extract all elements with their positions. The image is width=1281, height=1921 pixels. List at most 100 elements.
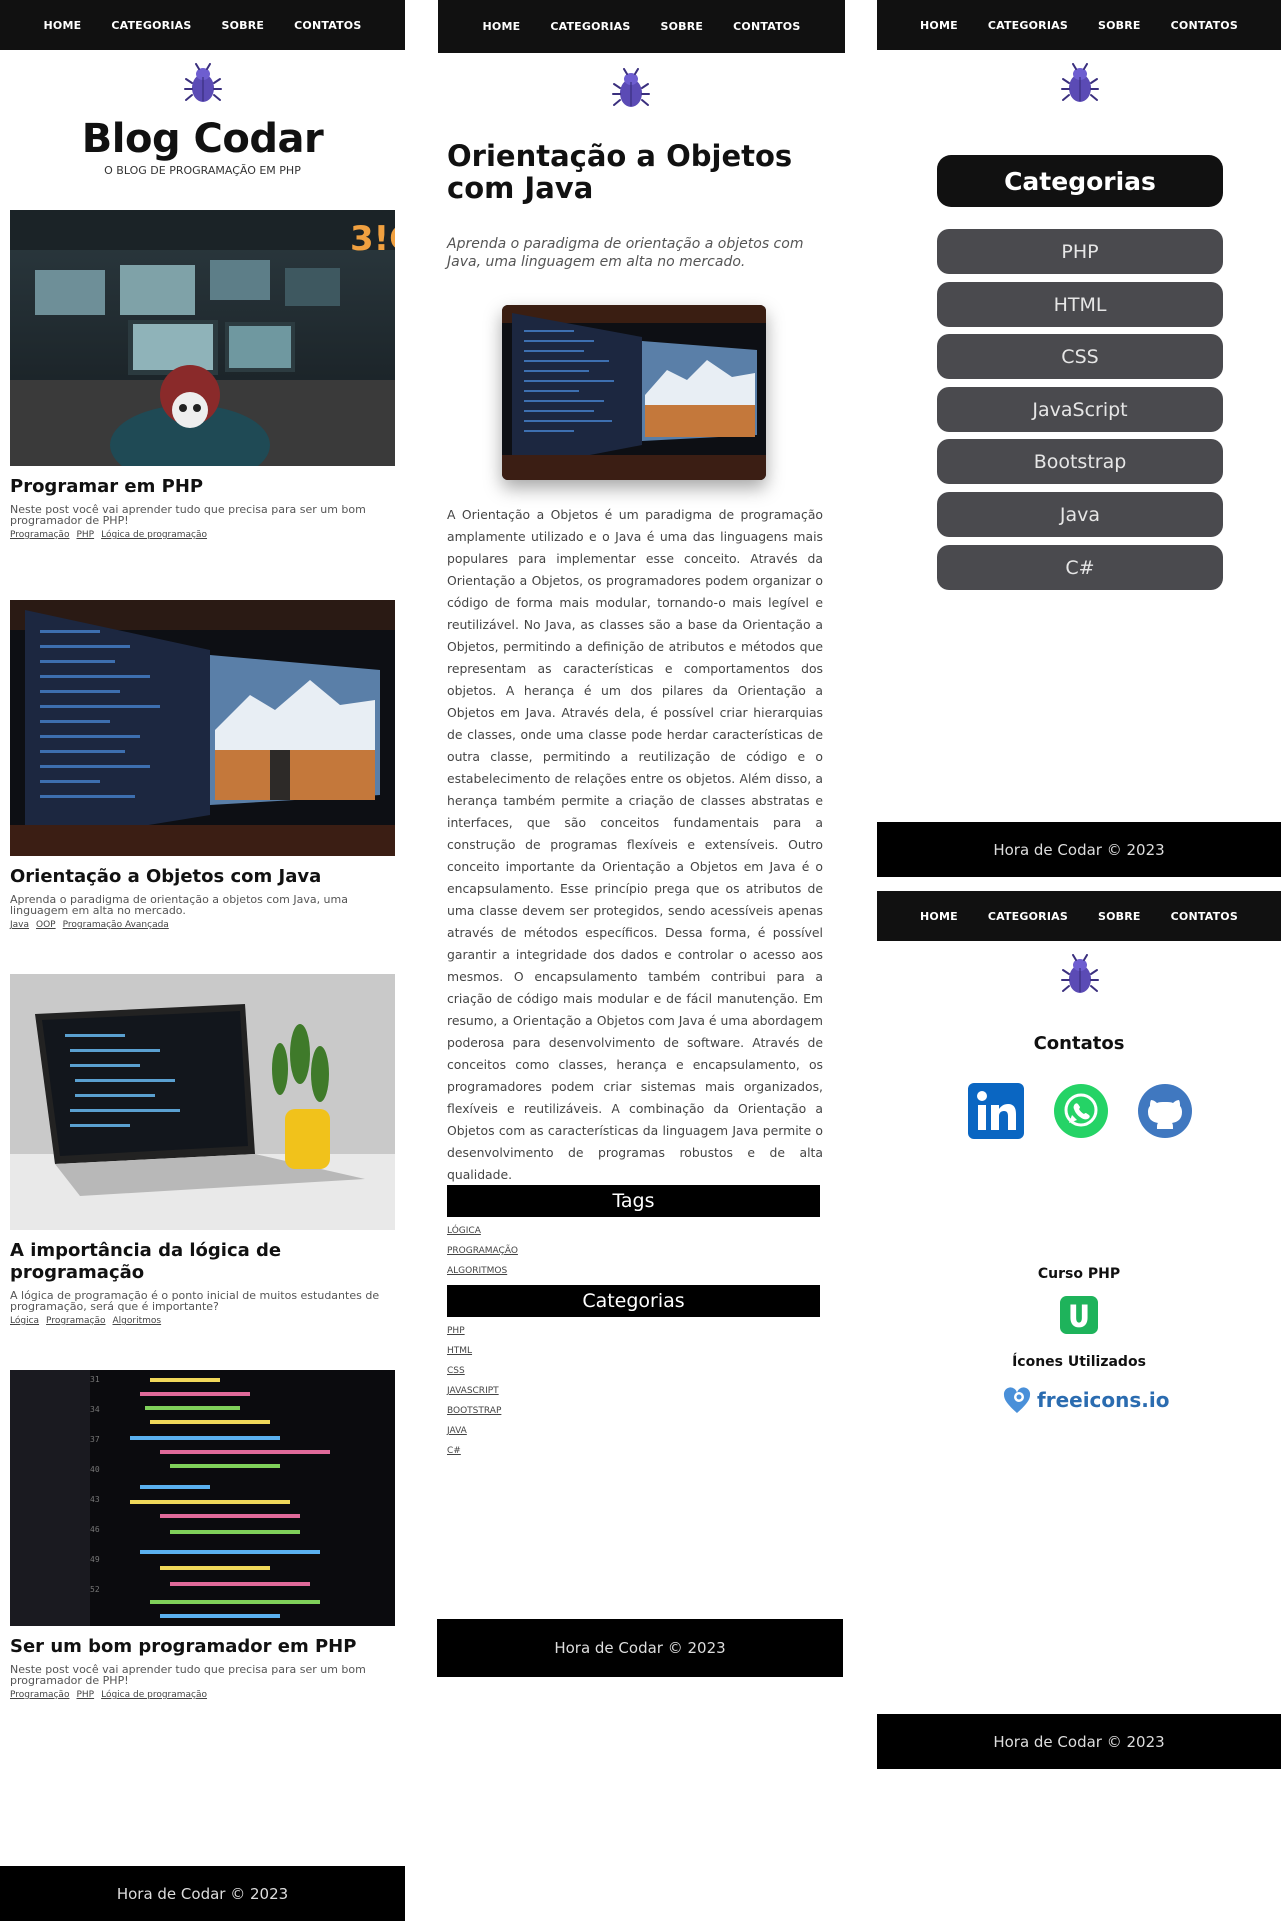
post-tag-link[interactable]: Algoritmos: [113, 1316, 162, 1326]
post-tags: Programação PHP Lógica de programação: [10, 1690, 395, 1700]
post-tag-link[interactable]: Programação: [10, 530, 69, 540]
post-excerpt: Neste post você vai aprender tudo que pr…: [10, 503, 366, 527]
category-link[interactable]: PHP: [447, 1321, 501, 1341]
post-tag-link[interactable]: Lógica: [10, 1316, 39, 1326]
post-card: Orientação a Objetos com Java Aprenda o …: [10, 600, 395, 930]
post-card: A importância da lógica de programação A…: [10, 974, 395, 1326]
svg-text:34: 34: [90, 1405, 100, 1414]
top-nav: HOME CATEGORIAS SOBRE CONTATOS: [877, 891, 1281, 941]
svg-text:3!G: 3!G: [350, 219, 395, 259]
tag-link[interactable]: ALGORITMOS: [447, 1261, 518, 1281]
nav-contatos[interactable]: CONTATOS: [1171, 910, 1238, 923]
category-button-csharp[interactable]: C#: [937, 545, 1223, 590]
bug-logo-icon[interactable]: [1060, 954, 1100, 996]
category-button-html[interactable]: HTML: [937, 282, 1223, 327]
footer: Hora de Codar © 2023: [877, 1714, 1281, 1769]
blog-title: Blog Codar: [81, 116, 324, 162]
freeicons-link[interactable]: freeicons.io: [1002, 1385, 1169, 1415]
svg-text:43: 43: [90, 1495, 100, 1504]
nav-home[interactable]: HOME: [483, 20, 521, 33]
category-link[interactable]: C#: [447, 1441, 501, 1461]
nav-home[interactable]: HOME: [44, 19, 82, 32]
post-title[interactable]: A importância da lógica de programação: [10, 1240, 395, 1284]
category-button-php[interactable]: PHP: [937, 229, 1223, 274]
blog-home-page: HOME CATEGORIAS SOBRE CONTATOS Blog Coda…: [0, 0, 405, 1921]
post-thumbnail[interactable]: 31 34 37 40 43 46 49 52: [10, 1370, 395, 1626]
contacts-page: HOME CATEGORIAS SOBRE CONTATOS Contatos …: [877, 891, 1281, 1769]
category-button-css[interactable]: CSS: [937, 334, 1223, 379]
svg-text:49: 49: [90, 1555, 100, 1564]
nav-home[interactable]: HOME: [920, 910, 958, 923]
course-heading: Curso PHP: [1037, 1266, 1121, 1282]
category-link[interactable]: JAVA: [447, 1421, 501, 1441]
post-thumbnail[interactable]: [10, 974, 395, 1230]
nav-sobre[interactable]: SOBRE: [1098, 19, 1141, 32]
post-tag-link[interactable]: Programação Avançada: [63, 920, 169, 930]
post-tag-link[interactable]: Lógica de programação: [101, 530, 207, 540]
post-title[interactable]: Orientação a Objetos com Java: [10, 866, 395, 888]
article-image: [502, 305, 766, 480]
article-subtitle: Aprenda o paradigma de orientação a obje…: [447, 236, 804, 270]
category-link[interactable]: JAVASCRIPT: [447, 1381, 501, 1401]
category-button-java[interactable]: Java: [937, 492, 1223, 537]
heart-icon: [1003, 1387, 1031, 1413]
freeicons-label: freeicons.io: [1037, 1388, 1170, 1412]
post-tag-link[interactable]: Lógica de programação: [101, 1690, 207, 1700]
svg-text:37: 37: [90, 1435, 100, 1444]
post-tag-link[interactable]: OOP: [36, 920, 56, 930]
categories-page: HOME CATEGORIAS SOBRE CONTATOS Categoria…: [877, 0, 1281, 878]
tag-link[interactable]: PROGRAMAÇÃO: [447, 1241, 518, 1261]
post-title[interactable]: Ser um bom programador em PHP: [10, 1636, 395, 1658]
nav-home[interactable]: HOME: [920, 19, 958, 32]
github-icon[interactable]: [1137, 1083, 1193, 1139]
svg-text:52: 52: [90, 1585, 100, 1594]
footer: Hora de Codar © 2023: [437, 1619, 843, 1677]
post-tag-link[interactable]: Programação: [46, 1316, 105, 1326]
category-link[interactable]: CSS: [447, 1361, 501, 1381]
tag-link[interactable]: LÓGICA: [447, 1221, 518, 1241]
bug-logo-icon[interactable]: [1060, 63, 1100, 105]
nav-contatos[interactable]: CONTATOS: [294, 19, 361, 32]
category-link[interactable]: BOOTSTRAP: [447, 1401, 501, 1421]
post-title[interactable]: Programar em PHP: [10, 476, 395, 498]
article-page: HOME CATEGORIAS SOBRE CONTATOS Orientaçã…: [437, 0, 845, 1678]
nav-sobre[interactable]: SOBRE: [221, 19, 264, 32]
top-nav: HOME CATEGORIAS SOBRE CONTATOS: [438, 0, 845, 53]
blog-subtitle: O BLOG DE PROGRAMAÇÃO EM PHP: [104, 164, 301, 177]
category-button-bootstrap[interactable]: Bootstrap: [937, 439, 1223, 484]
post-card: 31 34 37 40 43 46 49 52 Ser um bom programador …: [10, 1370, 395, 1700]
nav-categorias[interactable]: CATEGORIAS: [111, 19, 191, 32]
icons-used-heading: Ícones Utilizados: [1012, 1354, 1146, 1370]
category-link[interactable]: HTML: [447, 1341, 501, 1361]
article-body: A Orientação a Objetos é um paradigma de…: [447, 507, 823, 1182]
post-tags: Java OOP Programação Avançada: [10, 920, 395, 930]
nav-sobre[interactable]: SOBRE: [660, 20, 703, 33]
udemy-icon[interactable]: [1060, 1296, 1098, 1334]
nav-categorias[interactable]: CATEGORIAS: [988, 910, 1068, 923]
top-nav: HOME CATEGORIAS SOBRE CONTATOS: [0, 0, 405, 50]
nav-categorias[interactable]: CATEGORIAS: [550, 20, 630, 33]
bug-logo-icon[interactable]: [183, 63, 223, 105]
post-thumbnail[interactable]: [10, 600, 395, 856]
post-tag-link[interactable]: PHP: [76, 530, 94, 540]
post-tag-link[interactable]: PHP: [76, 1690, 94, 1700]
whatsapp-icon[interactable]: [1053, 1083, 1109, 1139]
post-excerpt: Neste post você vai aprender tudo que pr…: [10, 1663, 366, 1687]
bug-logo-icon[interactable]: [611, 68, 651, 110]
nav-contatos[interactable]: CONTATOS: [733, 20, 800, 33]
nav-sobre[interactable]: SOBRE: [1098, 910, 1141, 923]
category-button-javascript[interactable]: JavaScript: [937, 387, 1223, 432]
post-thumbnail[interactable]: 3!G: [10, 210, 395, 466]
contacts-title: Contatos: [1033, 1033, 1125, 1054]
nav-categorias[interactable]: CATEGORIAS: [988, 19, 1068, 32]
post-tag-link[interactable]: Programação: [10, 1690, 69, 1700]
nav-contatos[interactable]: CONTATOS: [1171, 19, 1238, 32]
post-excerpt: A lógica de programação é o ponto inicia…: [10, 1289, 380, 1313]
svg-text:46: 46: [90, 1525, 100, 1534]
footer: Hora de Codar © 2023: [0, 1866, 405, 1921]
post-excerpt: Aprenda o paradigma de orientação a obje…: [10, 893, 348, 917]
post-tags: Lógica Programação Algoritmos: [10, 1316, 395, 1326]
tags-list: LÓGICA PROGRAMAÇÃO ALGORITMOS: [447, 1221, 518, 1281]
post-tag-link[interactable]: Java: [10, 920, 29, 930]
linkedin-icon[interactable]: [968, 1083, 1024, 1139]
